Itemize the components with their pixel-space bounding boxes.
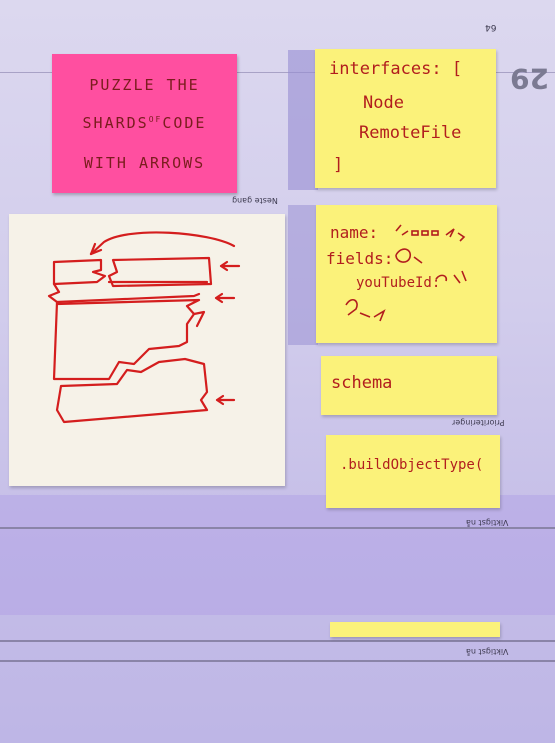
label-viktigst-na: Viktigst nå (466, 518, 509, 527)
pink-note-of: OF (148, 115, 163, 124)
pink-note-shards: SHARDS (82, 114, 149, 132)
build-object-type-sticky-note: .buildObjectType( (326, 435, 500, 508)
pink-sticky-note: PUZZLE THE SHARDSOFCODE WITH ARROWS (52, 54, 237, 193)
interface-node: Node (363, 93, 404, 113)
interfaces-close-bracket: ] (333, 155, 344, 175)
ruled-line (0, 527, 555, 529)
pink-note-line-2: SHARDSOFCODE (52, 114, 237, 132)
drawing-sticky-note (9, 214, 285, 486)
build-object-type-label: .buildObjectType( (340, 457, 484, 473)
shadow-band (0, 495, 555, 615)
left-margin-band (288, 205, 318, 345)
bottom-sticky-strip (330, 622, 500, 637)
interface-remotefile: RemoteFile (359, 123, 462, 143)
schema-sticky-note: schema (321, 356, 497, 415)
doodle-shapes (345, 224, 467, 322)
interfaces-sticky-note: interfaces: [ Node RemoteFile ] (315, 49, 496, 188)
left-margin-band (288, 50, 318, 190)
ruled-line (0, 640, 555, 642)
page-number: 29 (510, 62, 549, 95)
top-page-number: 64 (485, 22, 497, 32)
ruled-line (0, 660, 555, 662)
schema-label: schema (331, 373, 393, 393)
pink-note-line-1: PUZZLE THE (89, 76, 200, 94)
shards-sketch (47, 231, 241, 424)
label-prioriteringer: Prioriteringer (452, 418, 505, 427)
pink-note-line-3: WITH ARROWS (83, 154, 206, 172)
interfaces-label: interfaces: [ (329, 59, 463, 79)
fields-sticky-note: name: fields: youTubeId: (316, 205, 497, 343)
label-viktigst-na: Viktigst nå (466, 647, 509, 656)
label-neste-gang: Neste gang (232, 196, 278, 205)
pink-note-code: CODE (162, 114, 207, 132)
